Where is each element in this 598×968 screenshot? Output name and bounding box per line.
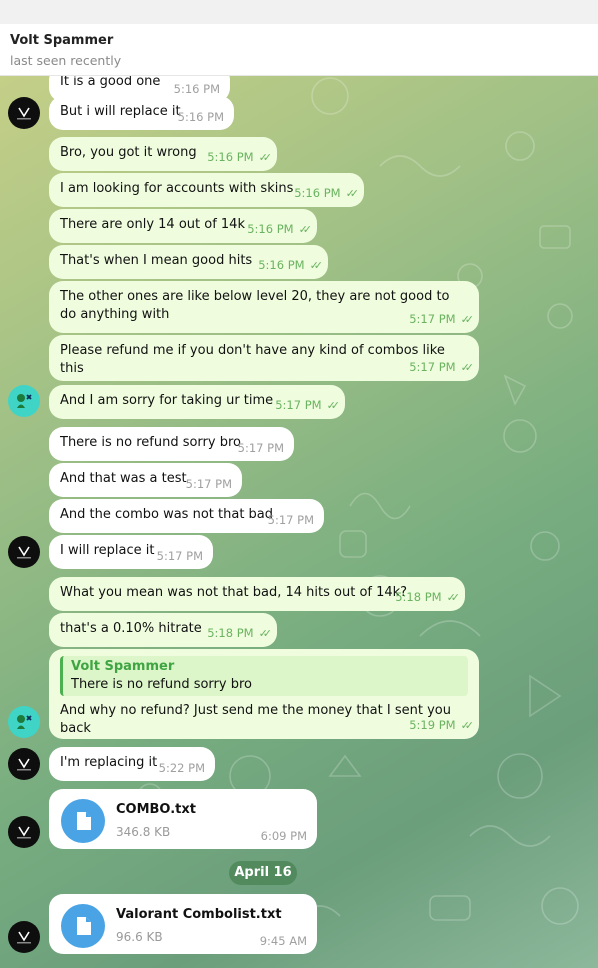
message-time: 5:16 PM ✓✓ bbox=[207, 148, 273, 167]
message-bubble-outgoing[interactable]: Please refund me if you don't have any k… bbox=[49, 335, 479, 381]
avatar-volt-spammer[interactable] bbox=[8, 748, 40, 780]
reply-quote[interactable]: Volt Spammer There is no refund sorry br… bbox=[60, 656, 468, 696]
file-name: Valorant Combolist.txt bbox=[116, 907, 282, 922]
message-text: that's a 0.10% hitrate bbox=[60, 621, 202, 636]
message-bubble-outgoing[interactable]: The other ones are like below level 20, … bbox=[49, 281, 479, 333]
message-text: There are only 14 out of 14k bbox=[60, 217, 245, 232]
message-time: 5:17 PM ✓✓ bbox=[409, 310, 475, 329]
volt-logo-icon bbox=[17, 758, 31, 771]
message-bubble-outgoing[interactable]: What you mean was not that bad, 14 hits … bbox=[49, 577, 465, 611]
message-bubble-incoming[interactable]: But i will replace it 5:16 PM bbox=[49, 96, 234, 130]
message-time: 5:17 PM bbox=[185, 477, 232, 491]
message-time: 5:17 PM bbox=[237, 441, 284, 455]
message-text: It is a good one bbox=[60, 76, 161, 89]
message-time: 5:22 PM bbox=[158, 761, 205, 775]
message-text: But i will replace it bbox=[60, 104, 181, 119]
reply-text: There is no refund sorry bro bbox=[71, 677, 252, 692]
double-check-icon: ✓✓ bbox=[326, 399, 341, 412]
double-check-icon: ✓✓ bbox=[460, 313, 475, 326]
message-bubble-incoming[interactable]: There is no refund sorry bro 5:17 PM bbox=[49, 427, 294, 461]
document-icon bbox=[77, 812, 91, 830]
avatar-volt-spammer[interactable] bbox=[8, 921, 40, 953]
message-bubble-incoming[interactable]: And that was a test 5:17 PM bbox=[49, 463, 242, 497]
file-message[interactable]: COMBO.txt 346.8 KB 6:09 PM bbox=[49, 789, 317, 849]
message-text: Please refund me if you don't have any k… bbox=[60, 343, 445, 376]
double-check-icon: ✓✓ bbox=[258, 151, 273, 164]
message-bubble-incoming[interactable]: I'm replacing it 5:22 PM bbox=[49, 747, 215, 781]
double-check-icon: ✓✓ bbox=[460, 719, 475, 732]
message-bubble-outgoing[interactable]: I am looking for accounts with skins 5:1… bbox=[49, 173, 364, 207]
message-bubble-outgoing[interactable]: Volt Spammer There is no refund sorry br… bbox=[49, 649, 479, 739]
window-top-strip bbox=[0, 0, 598, 24]
file-size: 346.8 KB bbox=[116, 825, 171, 839]
message-text: And I am sorry for taking ur time bbox=[60, 393, 274, 408]
file-name: COMBO.txt bbox=[116, 802, 196, 817]
message-text: And why no refund? Just send me the mone… bbox=[60, 703, 451, 736]
chat-title: Volt Spammer bbox=[10, 33, 114, 48]
volt-logo-icon bbox=[17, 931, 31, 944]
document-icon bbox=[77, 917, 91, 935]
message-bubble-outgoing[interactable]: There are only 14 out of 14k 5:16 PM ✓✓ bbox=[49, 209, 317, 243]
file-size: 96.6 KB bbox=[116, 930, 163, 944]
message-time: 5:16 PM ✓✓ bbox=[294, 184, 360, 203]
message-time: 5:17 PM ✓✓ bbox=[275, 396, 341, 415]
message-bubble-incoming[interactable]: And the combo was not that bad 5:17 PM bbox=[49, 499, 324, 533]
chat-header[interactable]: Volt Spammer last seen recently bbox=[0, 24, 598, 76]
message-text: And that was a test bbox=[60, 471, 187, 486]
message-text: The other ones are like below level 20, … bbox=[60, 289, 450, 322]
file-download-button[interactable] bbox=[61, 904, 105, 948]
message-time: 6:09 PM bbox=[260, 829, 307, 843]
message-time: 5:16 PM ✓✓ bbox=[258, 256, 324, 275]
double-check-icon: ✓✓ bbox=[460, 361, 475, 374]
message-bubble-outgoing[interactable]: That's when I mean good hits 5:16 PM ✓✓ bbox=[49, 245, 328, 279]
file-download-button[interactable] bbox=[61, 799, 105, 843]
volt-logo-icon bbox=[17, 546, 31, 559]
double-check-icon: ✓✓ bbox=[446, 591, 461, 604]
volt-logo-icon bbox=[17, 826, 31, 839]
message-bubble-outgoing[interactable]: And I am sorry for taking ur time 5:17 P… bbox=[49, 385, 345, 419]
message-time: 5:16 PM ✓✓ bbox=[247, 220, 313, 239]
message-time: 5:17 PM ✓✓ bbox=[409, 358, 475, 377]
double-check-icon: ✓✓ bbox=[298, 223, 313, 236]
avatar-volt-spammer[interactable] bbox=[8, 536, 40, 568]
avatar-volt-spammer[interactable] bbox=[8, 97, 40, 129]
double-check-icon: ✓✓ bbox=[258, 627, 273, 640]
message-text: I will replace it bbox=[60, 543, 155, 558]
message-bubble-outgoing[interactable]: that's a 0.10% hitrate 5:18 PM ✓✓ bbox=[49, 613, 277, 647]
double-check-icon: ✓✓ bbox=[345, 187, 360, 200]
message-time: 5:17 PM bbox=[267, 513, 314, 527]
date-separator: April 16 bbox=[229, 861, 297, 885]
message-text: I am looking for accounts with skins bbox=[60, 181, 294, 196]
message-text: What you mean was not that bad, 14 hits … bbox=[60, 585, 408, 600]
double-check-icon: ✓✓ bbox=[309, 259, 324, 272]
message-time: 5:16 PM bbox=[177, 110, 224, 124]
message-text: Bro, you got it wrong bbox=[60, 145, 197, 160]
avatar-volt-spammer[interactable] bbox=[8, 816, 40, 848]
message-bubble-outgoing[interactable]: Bro, you got it wrong 5:16 PM ✓✓ bbox=[49, 137, 277, 171]
chat-status: last seen recently bbox=[10, 53, 122, 68]
message-text: I'm replacing it bbox=[60, 755, 158, 770]
message-text: That's when I mean good hits bbox=[60, 253, 253, 268]
message-time: 5:18 PM ✓✓ bbox=[395, 588, 461, 607]
message-text: There is no refund sorry bro bbox=[60, 435, 241, 450]
message-time: 5:18 PM ✓✓ bbox=[207, 624, 273, 643]
message-time: 5:17 PM bbox=[156, 549, 203, 563]
user-avatar-icon bbox=[17, 715, 32, 729]
reply-author: Volt Spammer bbox=[71, 659, 175, 674]
avatar-user[interactable] bbox=[8, 706, 40, 738]
message-bubble-incoming[interactable]: I will replace it 5:17 PM bbox=[49, 535, 213, 569]
volt-logo-icon bbox=[17, 107, 31, 120]
avatar-user[interactable] bbox=[8, 385, 40, 417]
file-message[interactable]: Valorant Combolist.txt 96.6 KB 9:45 AM bbox=[49, 894, 317, 954]
message-text: And the combo was not that bad bbox=[60, 507, 274, 522]
message-time: 5:19 PM ✓✓ bbox=[409, 716, 475, 735]
chat-area[interactable]: It is a good one 5:16 PM But i will repl… bbox=[0, 76, 598, 968]
message-time: 9:45 AM bbox=[259, 934, 307, 948]
user-avatar-icon bbox=[17, 394, 32, 408]
